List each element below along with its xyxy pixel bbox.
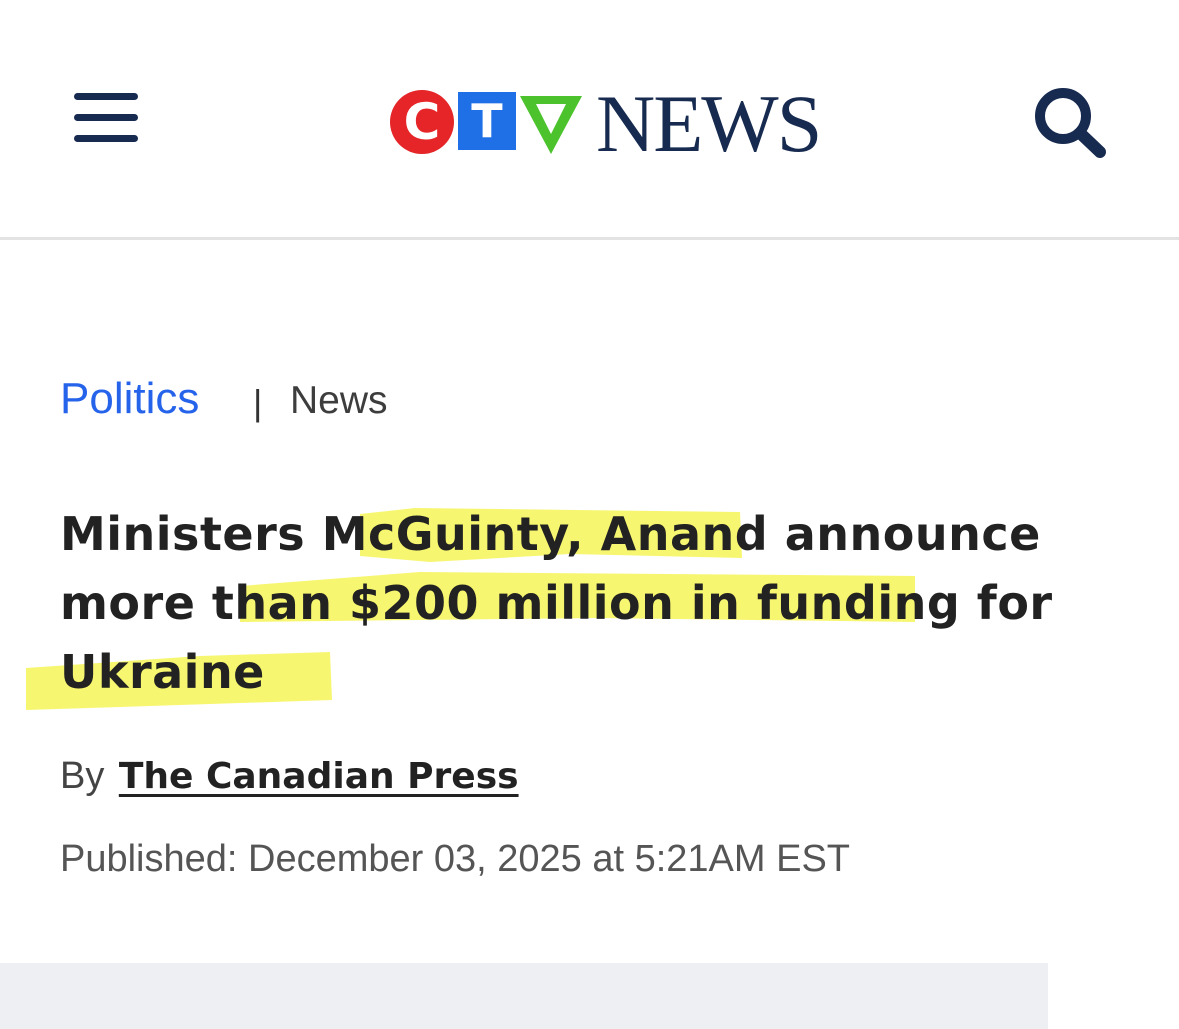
article-headline: Ministers McGuinty, Anand announce more …: [60, 507, 1053, 699]
logo-letter-v-icon: [520, 96, 582, 154]
content-placeholder: [0, 963, 1048, 1029]
site-header: C T NEWS: [0, 0, 1179, 240]
menu-bar: [74, 93, 138, 100]
search-icon[interactable]: [1030, 84, 1110, 160]
logo-word-news: NEWS: [596, 78, 822, 169]
published-timestamp: Published: December 03, 2025 at 5:21AM E…: [60, 838, 851, 880]
breadcrumb-separator: |: [253, 382, 263, 423]
menu-bar: [74, 114, 138, 121]
byline: By The Canadian Press: [60, 751, 519, 801]
menu-bar: [74, 135, 138, 142]
breadcrumb-news-link[interactable]: News: [290, 373, 388, 429]
logo-letter-t: T: [458, 92, 516, 150]
breadcrumb-politics-link[interactable]: Politics: [60, 371, 199, 427]
ctv-news-logo[interactable]: C T NEWS: [390, 83, 822, 165]
logo-letter-c: C: [390, 90, 454, 154]
headline-block: Ministers McGuinty, Anand announce more …: [0, 490, 1179, 730]
byline-label: By: [60, 755, 105, 797]
author-link[interactable]: The Canadian Press: [119, 756, 519, 797]
hamburger-menu-icon[interactable]: [74, 90, 140, 150]
